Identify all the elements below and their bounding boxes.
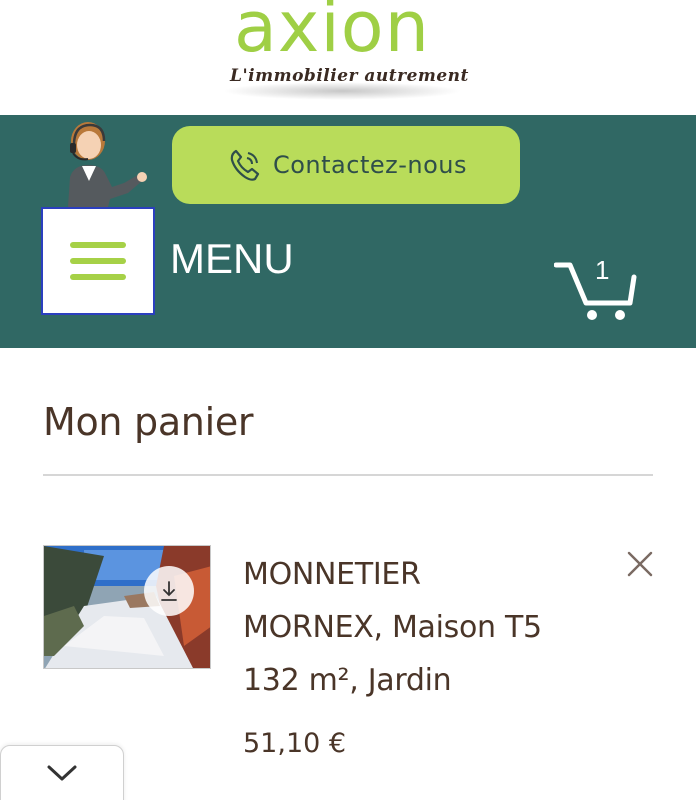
- cart-page: Mon panier MONNETIER MORNEX, Maison T5 1…: [0, 348, 696, 800]
- logo-brand: axion: [234, 0, 430, 68]
- menu-label[interactable]: MENU: [170, 235, 294, 283]
- title-divider: [43, 474, 653, 476]
- remove-item-button[interactable]: [624, 548, 656, 580]
- download-icon: [161, 581, 177, 601]
- hamburger-bar: [70, 258, 126, 264]
- hamburger-icon: [70, 242, 126, 248]
- contact-button[interactable]: Contactez-nous: [172, 126, 520, 204]
- scroll-toggle[interactable]: [0, 745, 124, 800]
- site-header: Contactez-nous MENU 1: [0, 115, 696, 348]
- page-title: Mon panier: [43, 400, 254, 444]
- item-price: 51,10 €: [243, 728, 347, 759]
- site-logo[interactable]: axion L'immobilier autrement: [190, 0, 474, 114]
- hamburger-bar: [70, 274, 126, 280]
- contact-button-label: Contactez-nous: [272, 151, 467, 179]
- assistant-avatar-icon: [68, 122, 147, 207]
- item-title[interactable]: MONNETIER MORNEX, Maison T5 132 m², Jard…: [243, 548, 563, 707]
- item-thumbnail[interactable]: [43, 545, 211, 669]
- cart-count-badge: 1: [595, 255, 610, 285]
- menu-button[interactable]: [41, 207, 155, 315]
- download-button[interactable]: [144, 566, 194, 616]
- chevron-down-icon: [47, 765, 77, 781]
- phone-icon: [230, 149, 260, 181]
- cart-button[interactable]: 1: [553, 255, 638, 323]
- logo-tagline: L'immobilier autrement: [230, 66, 469, 86]
- close-icon: [627, 551, 653, 577]
